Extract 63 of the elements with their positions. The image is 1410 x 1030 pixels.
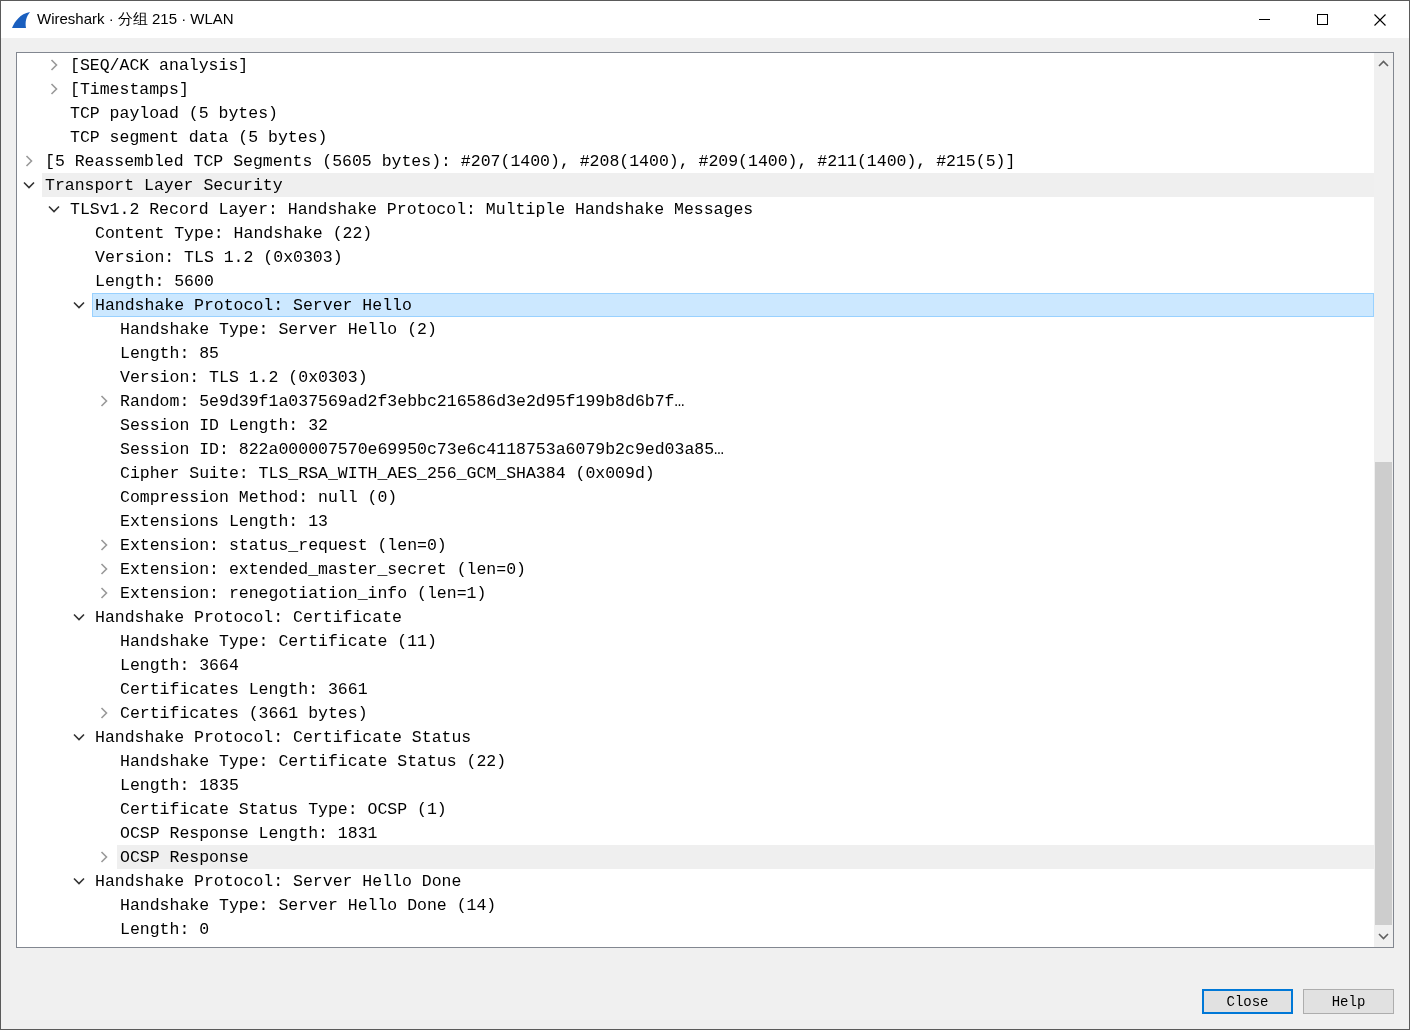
minimize-icon [1258,19,1270,20]
dialog-button[interactable]: Close [1202,989,1293,1014]
chevron-right-icon [49,83,58,95]
chevron-right-icon [99,587,108,599]
tree-item[interactable]: Length: 5600 [92,269,1374,293]
tree-item[interactable]: TLSv1.2 Record Layer: Handshake Protocol: Multiple Handshake Messages [67,197,1374,221]
chevron-right-icon [99,563,108,575]
tree-item[interactable]: Handshake Type: Certificate Status (22) [117,749,1374,773]
chevron-down-icon [72,613,85,621]
tree-item[interactable]: Transport Layer Security [42,173,1374,197]
tree-item[interactable]: Handshake Type: Certificate (11) [117,629,1374,653]
tree-item[interactable]: TCP segment data (5 bytes) [67,125,1374,149]
scroll-up-icon[interactable] [1378,60,1389,68]
tree-item[interactable]: TCP payload (5 bytes) [67,101,1374,125]
tree-item[interactable]: Session ID: 822a000007570e69950c73e6c4118753a6079b2c9ed03a85… [117,437,1374,461]
tree-item[interactable]: Handshake Type: Server Hello (2) [117,317,1374,341]
tree-item[interactable]: Content Type: Handshake (22) [92,221,1374,245]
tree-item[interactable]: Handshake Protocol: Server Hello Done [92,869,1374,893]
chevron-down-icon [72,301,85,309]
chevron-right-icon [99,707,108,719]
tree-item[interactable]: Handshake Protocol: Server Hello [92,293,1374,317]
tree-item[interactable]: Certificates (3661 bytes) [117,701,1374,725]
scroll-down-icon[interactable] [1378,932,1389,940]
chevron-right-icon [99,395,108,407]
tree-item[interactable]: Version: TLS 1.2 (0x0303) [92,245,1374,269]
tree-item[interactable]: Handshake Type: Server Hello Done (14) [117,893,1374,917]
tree-item[interactable]: Compression Method: null (0) [117,485,1374,509]
chevron-right-icon [99,539,108,551]
tree-item[interactable]: [Timestamps] [67,77,1374,101]
tree-item[interactable]: Certificate Status Type: OCSP (1) [117,797,1374,821]
dialog-button[interactable]: Help [1303,989,1394,1014]
chevron-down-icon [72,877,85,885]
shark-fin-icon [11,10,31,29]
tree-item[interactable]: OCSP Response [117,845,1374,869]
chevron-right-icon [24,155,33,167]
scroll-thumb[interactable] [1375,462,1392,926]
tree-item[interactable]: Handshake Protocol: Certificate [92,605,1374,629]
chevron-down-icon [47,205,60,213]
tree-item[interactable]: Length: 0 [117,917,1374,941]
tree-item[interactable]: Length: 1835 [117,773,1374,797]
chevron-down-icon [72,733,85,741]
tree-item[interactable]: Length: 85 [117,341,1374,365]
window-title: Wireshark · 分组 215 · WLAN [37,10,235,29]
tree-item[interactable]: [5 Reassembled TCP Segments (5605 bytes): #207(1400), #208(1400), #209(1400), #211(1400), #215(5)] [42,149,1374,173]
tree-item[interactable]: Session ID Length: 32 [117,413,1374,437]
tree-item[interactable]: Extension: renegotiation_info (len=1) [117,581,1374,605]
close-icon [1374,13,1386,26]
tree-item[interactable]: Certificates Length: 3661 [117,677,1374,701]
tree-item[interactable]: Length: 3664 [117,653,1374,677]
tree-item[interactable]: Version: TLS 1.2 (0x0303) [117,365,1374,389]
tree-item[interactable]: Random: 5e9d39f1a037569ad2f3ebbc216586d3e2d95f199b8d6b7f… [117,389,1374,413]
chevron-down-icon [22,181,35,189]
scrollbar[interactable] [1374,53,1393,947]
tree-item[interactable]: Extensions Length: 13 [117,509,1374,533]
tree-item[interactable]: Cipher Suite: TLS_RSA_WITH_AES_256_GCM_SHA384 (0x009d) [117,461,1374,485]
tree-item[interactable]: Extension: extended_master_secret (len=0) [117,557,1374,581]
chevron-right-icon [49,59,58,71]
chevron-right-icon [99,851,108,863]
tree-item[interactable]: Extension: status_request (len=0) [117,533,1374,557]
tree-item[interactable]: [SEQ/ACK analysis] [67,53,1374,77]
tree-item[interactable]: OCSP Response Length: 1831 [117,821,1374,845]
maximize-icon [1316,14,1328,25]
tree-item[interactable]: Handshake Protocol: Certificate Status [92,725,1374,749]
